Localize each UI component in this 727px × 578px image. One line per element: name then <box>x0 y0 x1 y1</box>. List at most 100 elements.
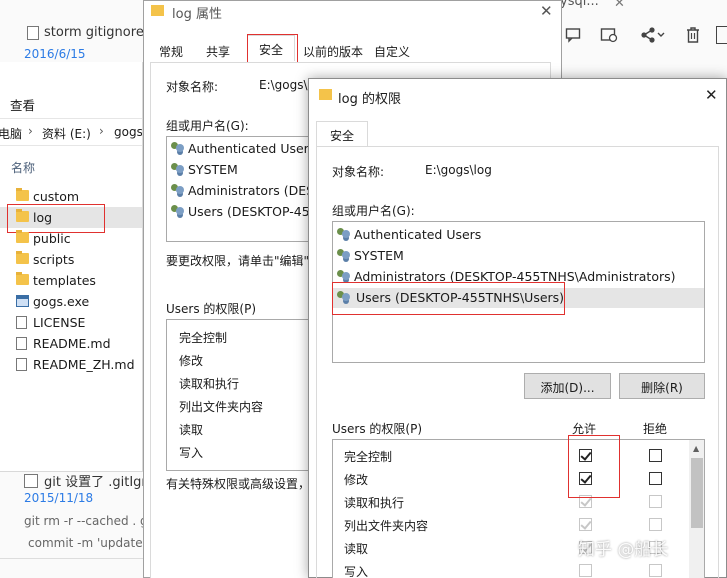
users-icon <box>171 142 186 155</box>
history-icon[interactable] <box>600 27 618 43</box>
remove-button[interactable]: 删除(R) <box>619 373 705 399</box>
permission-name: 列出文件夹内容 <box>179 400 264 414</box>
file-explorer: 查看 电脑 › 资料 (E:) › gogs 名称 custom log pub… <box>0 62 143 472</box>
permission-name: 读取和执行 <box>344 496 405 510</box>
blog-entry-date: 2015/11/18 <box>24 491 94 505</box>
highlight-box <box>568 435 620 498</box>
application-icon <box>16 295 29 307</box>
scroll-up-icon[interactable]: ▲ <box>693 444 699 453</box>
name-column-header[interactable]: 名称 <box>11 159 35 176</box>
highlight-box <box>332 282 565 315</box>
deny-checkbox[interactable] <box>649 472 662 485</box>
permission-name: 读取 <box>344 542 369 556</box>
users-icon <box>171 163 186 176</box>
scrollbar[interactable]: ▲ <box>689 440 704 578</box>
deny-column-header: 拒绝 <box>643 422 668 436</box>
group-users-label: 组或用户名(G): <box>166 119 249 133</box>
trash-icon[interactable] <box>686 27 700 43</box>
comment-icon[interactable] <box>565 27 581 43</box>
blog-entry-snippet: git rm -r --cached . g <box>24 514 148 528</box>
scrollbar-thumb[interactable] <box>691 458 703 528</box>
group-users-label: 组或用户名(G): <box>332 204 415 218</box>
list-item-scripts[interactable]: scripts <box>0 249 142 270</box>
file-icon <box>16 358 27 371</box>
list-item-gogs-exe[interactable]: gogs.exe <box>0 291 142 312</box>
list-item[interactable]: SYSTEM <box>337 246 697 266</box>
deny-checkbox[interactable] <box>649 449 662 462</box>
blog-entry-snippet: commit -m 'update <box>28 536 143 550</box>
tab-customize[interactable]: 自定义 <box>370 37 414 61</box>
blog-entry-title[interactable]: git 设置了 .gitIgno <box>44 471 158 490</box>
users-icon <box>337 249 352 262</box>
deny-checkbox[interactable] <box>649 518 662 531</box>
permissions-label: Users 的权限(P) <box>332 422 423 436</box>
object-name-label: 对象名称: <box>166 80 219 94</box>
folder-icon <box>16 188 29 201</box>
users-icon <box>171 184 186 197</box>
tab-previous-versions[interactable]: 以前的版本 <box>298 37 368 61</box>
file-name: custom <box>33 189 80 204</box>
close-icon[interactable]: ✕ <box>614 0 628 12</box>
list-item-public[interactable]: public <box>0 228 142 249</box>
document-icon <box>24 474 38 488</box>
allow-checkbox[interactable] <box>579 518 592 531</box>
object-name-value: E:\gogs\ <box>259 78 308 92</box>
folder-icon <box>16 272 29 285</box>
file-icon <box>16 337 27 350</box>
permission-name: 写入 <box>344 565 369 578</box>
list-item-readme[interactable]: README.md <box>0 333 142 354</box>
blog-entry-title[interactable]: storm gitignore <box>44 25 144 40</box>
permission-name: 完全控制 <box>344 450 393 464</box>
more-icon[interactable] <box>716 26 727 44</box>
tab-security[interactable]: 安全 <box>316 121 368 147</box>
add-button[interactable]: 添加(D)... <box>524 373 611 399</box>
watermark: 知乎 @船长 <box>578 540 669 560</box>
file-name: public <box>33 231 71 246</box>
list-item-license[interactable]: LICENSE <box>0 312 142 333</box>
breadcrumb-item[interactable]: gogs <box>114 125 142 139</box>
permission-name: 读取 <box>179 423 204 437</box>
breadcrumb-item[interactable]: 资料 (E:) <box>42 125 91 142</box>
folder-icon <box>16 230 29 243</box>
permission-name: 写入 <box>179 446 204 460</box>
deny-checkbox[interactable] <box>649 564 662 577</box>
permission-name: 修改 <box>179 354 204 368</box>
share-icon[interactable] <box>640 27 666 43</box>
breadcrumb-item[interactable]: 电脑 <box>0 125 22 142</box>
dialog-title: log 属性 <box>172 7 222 22</box>
chevron-right-icon: › <box>28 124 33 138</box>
file-icon <box>16 316 27 329</box>
users-icon <box>337 228 352 241</box>
file-name: scripts <box>33 252 75 267</box>
file-name: gogs.exe <box>33 294 90 309</box>
object-name-label: 对象名称: <box>332 165 385 179</box>
close-icon[interactable]: ✕ <box>540 2 553 20</box>
tab-sharing[interactable]: 共享 <box>200 37 236 61</box>
users-list[interactable]: Authenticated Users SYSTEM Administrator… <box>166 136 326 242</box>
users-icon <box>171 205 186 218</box>
permission-name: 列出文件夹内容 <box>344 519 429 533</box>
permission-name: 读取和执行 <box>179 377 240 391</box>
divider <box>0 558 143 559</box>
file-name: templates <box>33 273 96 288</box>
blog-top-fragment: ysql... <box>560 0 599 9</box>
change-permissions-text: 要更改权限，请单击"编辑" <box>166 254 310 268</box>
deny-checkbox[interactable] <box>649 495 662 508</box>
list-item[interactable]: Authenticated Users <box>337 225 697 245</box>
blog-entry-date: 2016/6/15 <box>24 47 86 61</box>
permission-name: 修改 <box>344 473 369 487</box>
view-menu[interactable]: 查看 <box>10 95 35 114</box>
file-name: README.md <box>33 336 111 351</box>
file-name: LICENSE <box>33 315 86 330</box>
allow-checkbox[interactable] <box>579 564 592 577</box>
object-name-value: E:\gogs\log <box>425 163 492 177</box>
folder-icon <box>16 251 29 264</box>
list-item-templates[interactable]: templates <box>0 270 142 291</box>
permissions-label: Users 的权限(P) <box>166 302 257 316</box>
tab-general[interactable]: 常规 <box>152 37 190 61</box>
folder-icon <box>319 89 332 100</box>
list-item-readme-zh[interactable]: README_ZH.md <box>0 354 142 375</box>
document-icon <box>27 26 39 40</box>
address-bar[interactable]: 电脑 › 资料 (E:) › gogs <box>0 118 142 146</box>
close-icon[interactable]: ✕ <box>705 86 718 104</box>
